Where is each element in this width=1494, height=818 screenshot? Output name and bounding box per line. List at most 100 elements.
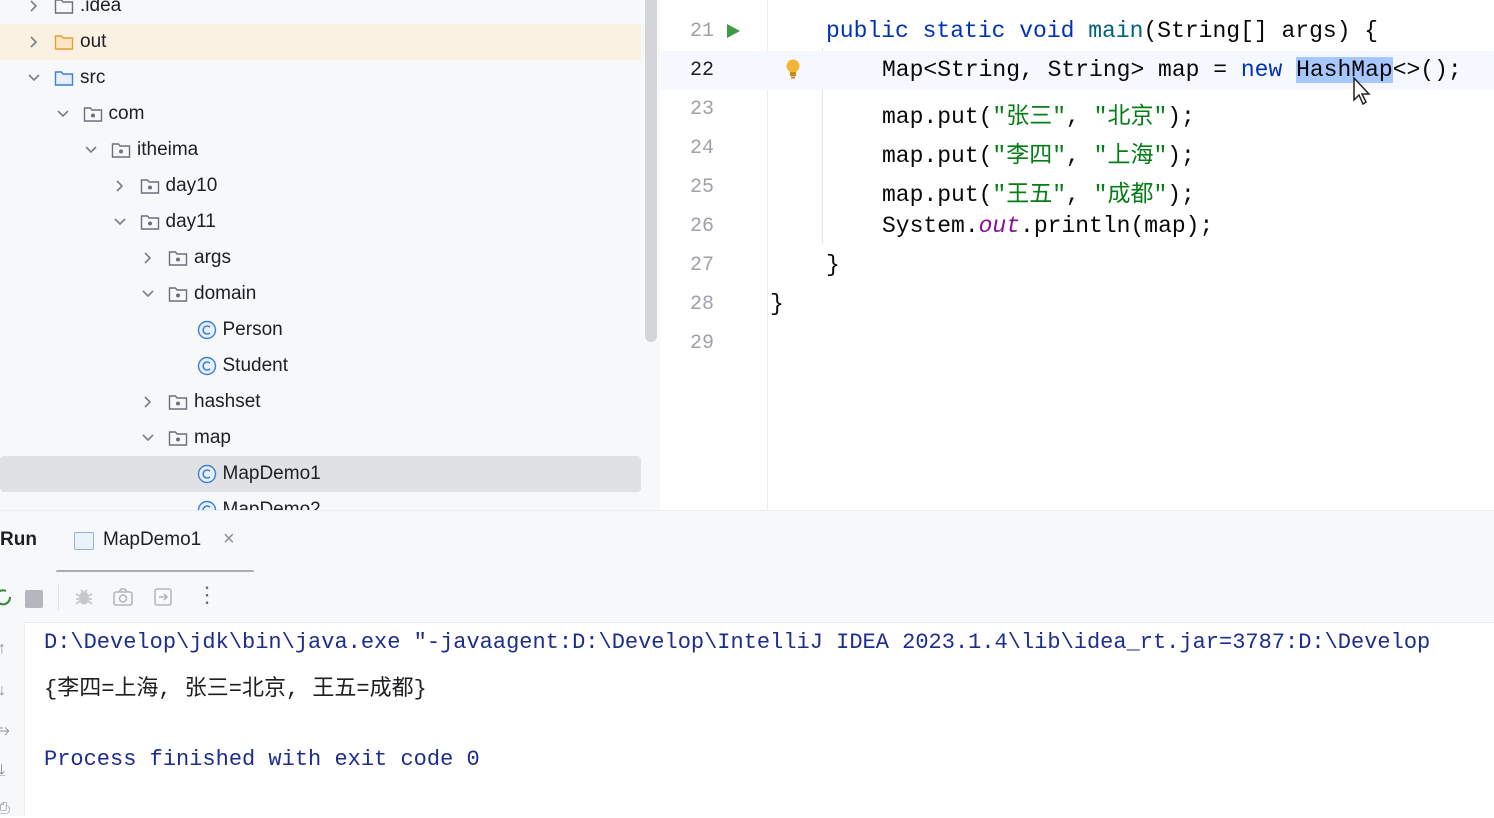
folder-icon xyxy=(54,35,74,50)
console-output-line: {李四=上海, 张三=北京, 王五=成都} xyxy=(44,677,427,702)
tree-item-mapdemo2[interactable]: MapDemo2 xyxy=(0,492,641,510)
code-token: main xyxy=(1088,18,1144,44)
tree-item-label: MapDemo1 xyxy=(222,463,321,484)
chevron-down-icon[interactable] xyxy=(141,287,155,301)
tree-item-label: out xyxy=(80,31,107,52)
line-number: 25 xyxy=(689,176,714,199)
line-number: 23 xyxy=(689,98,714,121)
code-line[interactable]: 26 System.out.println(map); xyxy=(660,207,1494,246)
project-scrollbar[interactable] xyxy=(645,0,657,342)
tree-item-map[interactable]: map xyxy=(0,420,641,456)
close-tab-icon[interactable]: × xyxy=(223,528,235,551)
tree-item-label: MapDemo2 xyxy=(222,499,321,510)
tree-item-label: args xyxy=(194,247,231,268)
code-line[interactable]: 25 map.put("王五", "成都"); xyxy=(660,168,1494,208)
code-token: out xyxy=(978,213,1021,239)
stop-icon[interactable] xyxy=(25,590,43,608)
debug-icon[interactable] xyxy=(73,586,95,608)
tree-item-student[interactable]: Student xyxy=(0,348,641,384)
print-icon[interactable]: ⎙ xyxy=(0,800,10,818)
scroll-down-icon[interactable]: ↓ xyxy=(0,682,6,700)
code-token: , xyxy=(1066,182,1094,208)
code-editor[interactable]: 21 public static void main(String[] args)… xyxy=(660,0,1494,510)
package-icon xyxy=(168,287,188,302)
tree-item-day11[interactable]: day11 xyxy=(0,204,641,240)
tree-item-hashset[interactable]: hashset xyxy=(0,384,641,420)
code-token: , xyxy=(1066,143,1094,169)
code-token: Map<String, String> map = xyxy=(882,57,1241,83)
tree-item-person[interactable]: Person xyxy=(0,312,641,348)
line-number: 28 xyxy=(689,293,714,316)
soft-wrap-icon[interactable]: ⥱ xyxy=(0,722,10,740)
more-options-icon[interactable]: ⋮ xyxy=(196,584,218,606)
code-line[interactable]: 29 xyxy=(660,324,1494,363)
exit-icon[interactable] xyxy=(152,586,174,608)
class-icon xyxy=(197,356,216,376)
rerun-icon[interactable] xyxy=(0,586,14,608)
console-command-line: D:\Develop\jdk\bin\java.exe "-javaagent:… xyxy=(44,630,1431,655)
code-text: public static void main(String[] args) { xyxy=(826,18,1378,44)
code-text: Map<String, String> map = new HashMap<>(… xyxy=(882,57,1462,83)
chevron-right-icon[interactable] xyxy=(27,0,41,13)
package-icon xyxy=(83,107,102,122)
code-text: } xyxy=(826,252,840,278)
chevron-down-icon[interactable] xyxy=(84,143,98,157)
chevron-down-icon[interactable] xyxy=(56,107,70,121)
camera-icon[interactable] xyxy=(112,586,134,608)
project-tree-panel: .idea out src com itheima day10 day11 args domai… xyxy=(0,0,660,510)
code-line[interactable]: 28} xyxy=(660,285,1494,324)
code-token: public static void xyxy=(826,18,1089,44)
selected-token: HashMap xyxy=(1296,57,1393,83)
scroll-up-icon[interactable]: ↑ xyxy=(0,640,6,658)
chevron-down-icon[interactable] xyxy=(27,71,41,85)
tree-item-mapdemo1[interactable]: MapDemo1 xyxy=(0,456,641,492)
code-line[interactable]: 21 public static void main(String[] args)… xyxy=(660,12,1494,51)
tree-item-label: map xyxy=(194,427,231,448)
code-line[interactable]: 24 map.put("李四", "上海"); xyxy=(660,129,1494,169)
chevron-right-icon[interactable] xyxy=(141,395,155,409)
tree-item-day10[interactable]: day10 xyxy=(0,168,641,204)
tree-item-label: day11 xyxy=(165,211,216,232)
line-number: 22 xyxy=(689,59,714,82)
run-tab-bar: Run MapDemo1 × xyxy=(0,510,1494,574)
code-text: map.put("李四", "上海"); xyxy=(882,135,1195,169)
tab-mapdemo1[interactable]: MapDemo1 × xyxy=(56,511,254,574)
chevron-right-icon[interactable] xyxy=(141,251,155,265)
chevron-down-icon[interactable] xyxy=(141,431,155,445)
chevron-right-icon[interactable] xyxy=(113,179,127,193)
code-token: "张三" xyxy=(992,104,1067,130)
tree-item-itheima[interactable]: itheima xyxy=(0,132,641,168)
code-token: "北京" xyxy=(1093,104,1168,130)
run-title: Run xyxy=(0,529,37,550)
chevron-right-icon[interactable] xyxy=(27,35,41,49)
source-folder-icon xyxy=(54,71,74,86)
tree-item--idea[interactable]: .idea xyxy=(0,0,641,24)
tree-item-args[interactable]: args xyxy=(0,240,641,276)
run-gutter-icon[interactable] xyxy=(724,22,742,40)
chevron-down-icon[interactable] xyxy=(113,215,127,229)
tree-item-label: .idea xyxy=(80,0,122,16)
code-token: } xyxy=(770,291,784,317)
tree-item-src[interactable]: src xyxy=(0,60,641,96)
code-token: ); xyxy=(1167,104,1195,130)
tree-item-label: day10 xyxy=(165,175,218,196)
tree-item-domain[interactable]: domain xyxy=(0,276,641,312)
code-token: "王五" xyxy=(992,182,1067,208)
code-token: , xyxy=(1066,104,1094,130)
line-number: 27 xyxy=(689,254,714,277)
tree-item-label: itheima xyxy=(137,139,199,160)
code-token: "李四" xyxy=(992,143,1067,169)
code-text: } xyxy=(770,291,784,317)
tree-item-label: Person xyxy=(222,319,283,340)
lightbulb-icon[interactable] xyxy=(785,58,801,80)
code-token: map.put( xyxy=(882,143,993,169)
scroll-to-end-icon[interactable]: ⤓ xyxy=(0,762,5,780)
folder-icon xyxy=(54,0,74,14)
package-icon xyxy=(168,251,188,266)
class-icon xyxy=(197,464,216,484)
tree-item-label: Student xyxy=(222,355,289,376)
code-token: .println(map); xyxy=(1020,213,1214,239)
tree-item-out[interactable]: out xyxy=(0,24,641,60)
tree-item-com[interactable]: com xyxy=(0,96,641,132)
code-line[interactable]: 27} xyxy=(660,246,1494,285)
